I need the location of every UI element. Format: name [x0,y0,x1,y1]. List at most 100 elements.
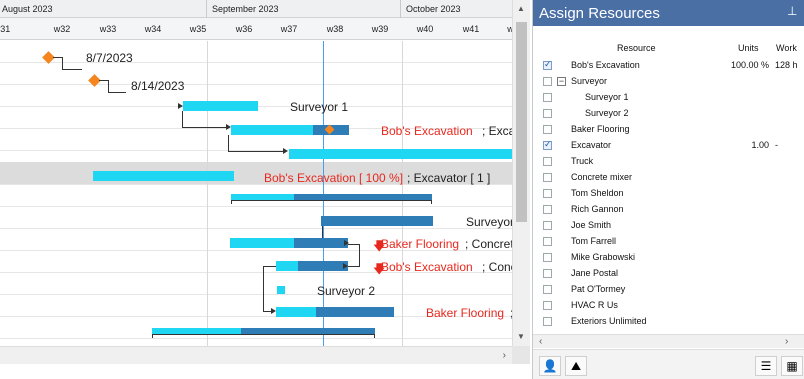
dependency-line [108,80,109,92]
week-label: w40 [416,24,434,34]
resource-checkbox[interactable] [543,93,552,102]
resource-row[interactable]: Truck [533,154,804,170]
calendar-icon[interactable]: ▦ [781,356,803,376]
resource-checkbox[interactable] [543,205,552,214]
scroll-down-icon[interactable]: ▼ [517,332,525,341]
resource-row[interactable]: Jane Postal [533,266,804,282]
task-resource-label: Baker Flooring [381,237,460,251]
resource-row[interactable]: Rich Gannon [533,202,804,218]
resource-row[interactable]: Surveyor 2 [533,106,804,122]
resource-units[interactable]: 1.00 [713,140,769,150]
resource-name: Pat O'Tormey [571,284,626,294]
resource-name: Truck [571,156,594,166]
resource-name: Joe Smith [571,220,612,230]
column-header-resource[interactable]: Resource [617,43,656,53]
week-label: w41 [462,24,480,34]
collapse-icon[interactable]: − [557,77,566,86]
task-resource-label: Baker Flooring [426,306,505,320]
scrollbar-thumb[interactable] [516,22,527,222]
week-label: w33 [99,24,117,34]
dependency-arrow [344,240,349,246]
resource-checkbox[interactable] [543,59,552,70]
resource-table[interactable]: Resource Units Work Bob's Excavation 100.… [533,26,804,334]
week-label: w39 [371,24,389,34]
resource-checkbox[interactable] [543,301,552,310]
horizontal-scrollbar[interactable]: › [0,346,512,364]
resource-units[interactable]: 100.00 % [713,60,769,70]
resource-checkbox[interactable] [543,109,552,118]
resource-row[interactable]: Exteriors Unlimited [533,314,804,330]
dependency-line [62,57,63,69]
remove-resource-icon[interactable]: ⛰ [565,356,587,376]
resource-row[interactable]: Tom Farrell [533,234,804,250]
resource-row[interactable]: Pat O'Tormey [533,282,804,298]
resource-checkbox[interactable] [543,237,552,246]
resource-checkbox[interactable] [543,317,552,326]
resource-checkbox[interactable] [543,77,552,86]
resource-checkbox[interactable] [543,189,552,198]
dependency-line [182,127,226,128]
task-bar[interactable] [230,238,294,248]
resource-checkbox[interactable] [543,285,552,294]
task-bar[interactable] [277,286,285,294]
dependency-arrow [343,263,348,269]
scroll-right-icon[interactable]: › [785,336,788,347]
vertical-scrollbar[interactable]: ▲ ▼ [512,0,530,346]
task-progress-bar[interactable] [316,307,394,317]
resource-row[interactable]: Mike Grabowski [533,250,804,266]
resource-work: - [775,140,778,150]
task-bar[interactable] [183,101,258,111]
panel-horizontal-scrollbar[interactable]: ‹ › [533,334,804,348]
resource-table-header: Resource Units Work [533,38,804,58]
dependency-line [359,244,360,266]
resource-list-icon[interactable]: ☰ [755,356,777,376]
dependency-line [108,92,126,93]
gantt-row[interactable] [0,207,512,229]
resource-checkbox[interactable] [543,173,552,182]
scroll-right-icon[interactable]: › [503,350,506,361]
task-bar[interactable] [231,125,313,135]
resource-name: Bob's Excavation [571,60,640,70]
week-label: w32 [53,24,71,34]
resource-row[interactable]: Joe Smith [533,218,804,234]
resource-row[interactable]: Concrete mixer [533,170,804,186]
pin-icon[interactable]: ⊥ [787,4,797,18]
gantt-row[interactable] [0,273,512,295]
gantt-row[interactable] [0,63,512,85]
resource-name: HVAC R Us [571,300,618,310]
resource-row[interactable]: Excavator 1.00- [533,138,804,154]
resource-name: Surveyor 1 [585,92,629,102]
column-header-units[interactable]: Units [738,43,759,53]
gantt-row[interactable] [0,41,512,63]
task-bar[interactable] [289,149,512,159]
task-progress-bar[interactable] [298,261,348,271]
resource-row[interactable]: Surveyor 1 [533,90,804,106]
task-bar[interactable] [93,171,234,181]
resource-row[interactable]: − Surveyor [533,74,804,90]
gantt-grid[interactable]: 8/7/2023 8/14/2023 Surveyor 1 Bob's Exca… [0,41,521,346]
dependency-line [263,266,264,311]
gantt-chart[interactable]: August 2023 September 2023 October 2023 … [0,0,530,379]
assign-resource-icon[interactable]: 👤 [539,356,561,376]
task-progress-bar[interactable] [321,216,433,226]
resource-checkbox[interactable] [543,157,552,166]
scroll-left-icon[interactable]: ‹ [539,336,542,347]
panel-titlebar: Assign Resources ⊥ [533,0,804,26]
resource-row[interactable]: Baker Flooring [533,122,804,138]
task-resource-label: Surveyor 2 [317,284,376,298]
resource-checkbox[interactable] [543,269,552,278]
resource-row[interactable]: HVAC R Us [533,298,804,314]
scroll-up-icon[interactable]: ▲ [517,4,525,13]
resource-checkbox[interactable] [543,221,552,230]
week-label: w36 [235,24,253,34]
resource-checkbox[interactable] [543,139,552,150]
task-bar[interactable] [276,307,316,317]
resource-checkbox[interactable] [543,253,552,262]
column-header-work[interactable]: Work [776,43,797,53]
task-progress-bar[interactable] [294,238,348,248]
resource-checkbox[interactable] [543,125,552,134]
task-bar[interactable] [276,261,298,271]
resource-row[interactable]: Bob's Excavation 100.00 % 128 h [533,58,804,74]
resource-row[interactable]: Tom Sheldon [533,186,804,202]
resource-name: Tom Sheldon [571,188,624,198]
